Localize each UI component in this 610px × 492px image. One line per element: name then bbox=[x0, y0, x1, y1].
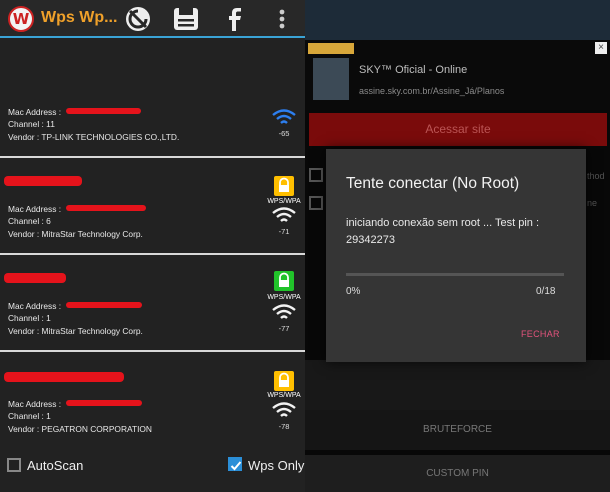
save-icon[interactable] bbox=[172, 5, 200, 33]
wifi-signal-icon bbox=[272, 207, 296, 222]
dialog-title: Tente conectar (No Root) bbox=[346, 175, 520, 192]
ad-badge bbox=[308, 43, 354, 54]
status-strip bbox=[305, 0, 610, 40]
vendor: Vendor : MitraStar Technology Corp. bbox=[8, 326, 143, 336]
signal-strength: -65 bbox=[278, 129, 290, 138]
wifi-signal-icon bbox=[272, 304, 296, 319]
wifi-signal-icon bbox=[272, 109, 296, 124]
progress-count: 0/18 bbox=[536, 286, 556, 297]
signal-strength: -71 bbox=[278, 227, 290, 236]
close-button[interactable]: FECHAR bbox=[521, 329, 560, 339]
signal-strength: -78 bbox=[278, 422, 290, 431]
facebook-icon[interactable] bbox=[220, 5, 248, 33]
network-item[interactable]: Mac Address : Channel : 11 Vendor : TP-L… bbox=[0, 40, 305, 158]
wps-only-label: Wps Only bbox=[248, 458, 305, 473]
wps-only-checkbox[interactable] bbox=[228, 457, 242, 471]
security-label: WPS/WPA bbox=[267, 294, 301, 301]
ssid-redacted bbox=[4, 372, 124, 382]
security-label: WPS/WPA bbox=[267, 392, 301, 399]
background-text: ne bbox=[587, 198, 598, 208]
overflow-menu-icon[interactable] bbox=[268, 5, 296, 33]
wps-app-screen: W Wps Wp... Mac Address : Channel : 11 V… bbox=[0, 0, 305, 492]
ad-title: SKY™ Oficial - Online bbox=[359, 64, 468, 76]
custom-pin-button[interactable]: CUSTOM PIN bbox=[305, 455, 610, 492]
background-checkbox[interactable] bbox=[309, 196, 323, 210]
ad-image bbox=[313, 58, 349, 100]
network-item[interactable]: Mac Address : Channel : 1 Vendor : Mitra… bbox=[0, 255, 305, 352]
mac-address: Mac Address : bbox=[8, 399, 142, 409]
app-title: Wps Wp... bbox=[41, 9, 118, 26]
background-checkbox[interactable] bbox=[309, 168, 323, 182]
lock-icon bbox=[274, 271, 294, 291]
connect-dialog: Tente conectar (No Root) iniciando conex… bbox=[326, 149, 586, 362]
app-toolbar: W Wps Wp... bbox=[0, 0, 305, 38]
vendor: Vendor : TP-LINK TECHNOLOGIES CO.,LTD. bbox=[8, 132, 180, 142]
network-item[interactable]: Mac Address : Channel : 6 Vendor : Mitra… bbox=[0, 158, 305, 255]
app-logo: W bbox=[8, 6, 34, 32]
mac-address: Mac Address : bbox=[8, 107, 141, 117]
mac-address: Mac Address : bbox=[8, 301, 142, 311]
autoscan-checkbox[interactable] bbox=[7, 458, 21, 472]
dialog-message: iniciando conexão sem root ... Test pin … bbox=[346, 217, 540, 246]
channel: Channel : 1 bbox=[8, 313, 51, 323]
lock-icon bbox=[274, 371, 294, 391]
no-root-icon[interactable] bbox=[124, 5, 152, 33]
vendor: Vendor : PEGATRON CORPORATION bbox=[8, 424, 152, 434]
vendor: Vendor : MitraStar Technology Corp. bbox=[8, 229, 143, 239]
ad-close-icon[interactable]: × bbox=[595, 42, 607, 54]
network-item[interactable]: Mac Address : Channel : 1 Vendor : PEGAT… bbox=[0, 352, 305, 450]
channel: Channel : 6 bbox=[8, 216, 51, 226]
bruteforce-button[interactable]: BRUTEFORCE bbox=[305, 410, 610, 450]
connect-screen: × SKY™ Oficial - Online assine.sky.com.b… bbox=[305, 0, 610, 492]
ad-banner[interactable]: × SKY™ Oficial - Online assine.sky.com.b… bbox=[305, 40, 610, 110]
progress-bar bbox=[346, 273, 564, 276]
check-icon bbox=[230, 461, 242, 471]
ad-cta-button[interactable]: Acessar site bbox=[309, 113, 607, 146]
security-label: WPS/WPA bbox=[267, 198, 301, 205]
bottom-options: AutoScan Wps Only bbox=[0, 450, 305, 492]
autoscan-label: AutoScan bbox=[27, 458, 84, 473]
wifi-signal-icon bbox=[272, 402, 296, 417]
ad-url: assine.sky.com.br/Assine_Já/Planos bbox=[359, 86, 505, 96]
lock-icon bbox=[274, 176, 294, 196]
mac-address: Mac Address : bbox=[8, 204, 146, 214]
background-text: thod bbox=[587, 171, 605, 181]
background-panel bbox=[305, 360, 610, 410]
progress-percent: 0% bbox=[346, 286, 361, 297]
channel: Channel : 1 bbox=[8, 411, 51, 421]
ssid-redacted bbox=[4, 273, 66, 283]
channel: Channel : 11 bbox=[8, 119, 55, 129]
ssid-redacted bbox=[4, 176, 82, 186]
signal-strength: -77 bbox=[278, 324, 290, 333]
